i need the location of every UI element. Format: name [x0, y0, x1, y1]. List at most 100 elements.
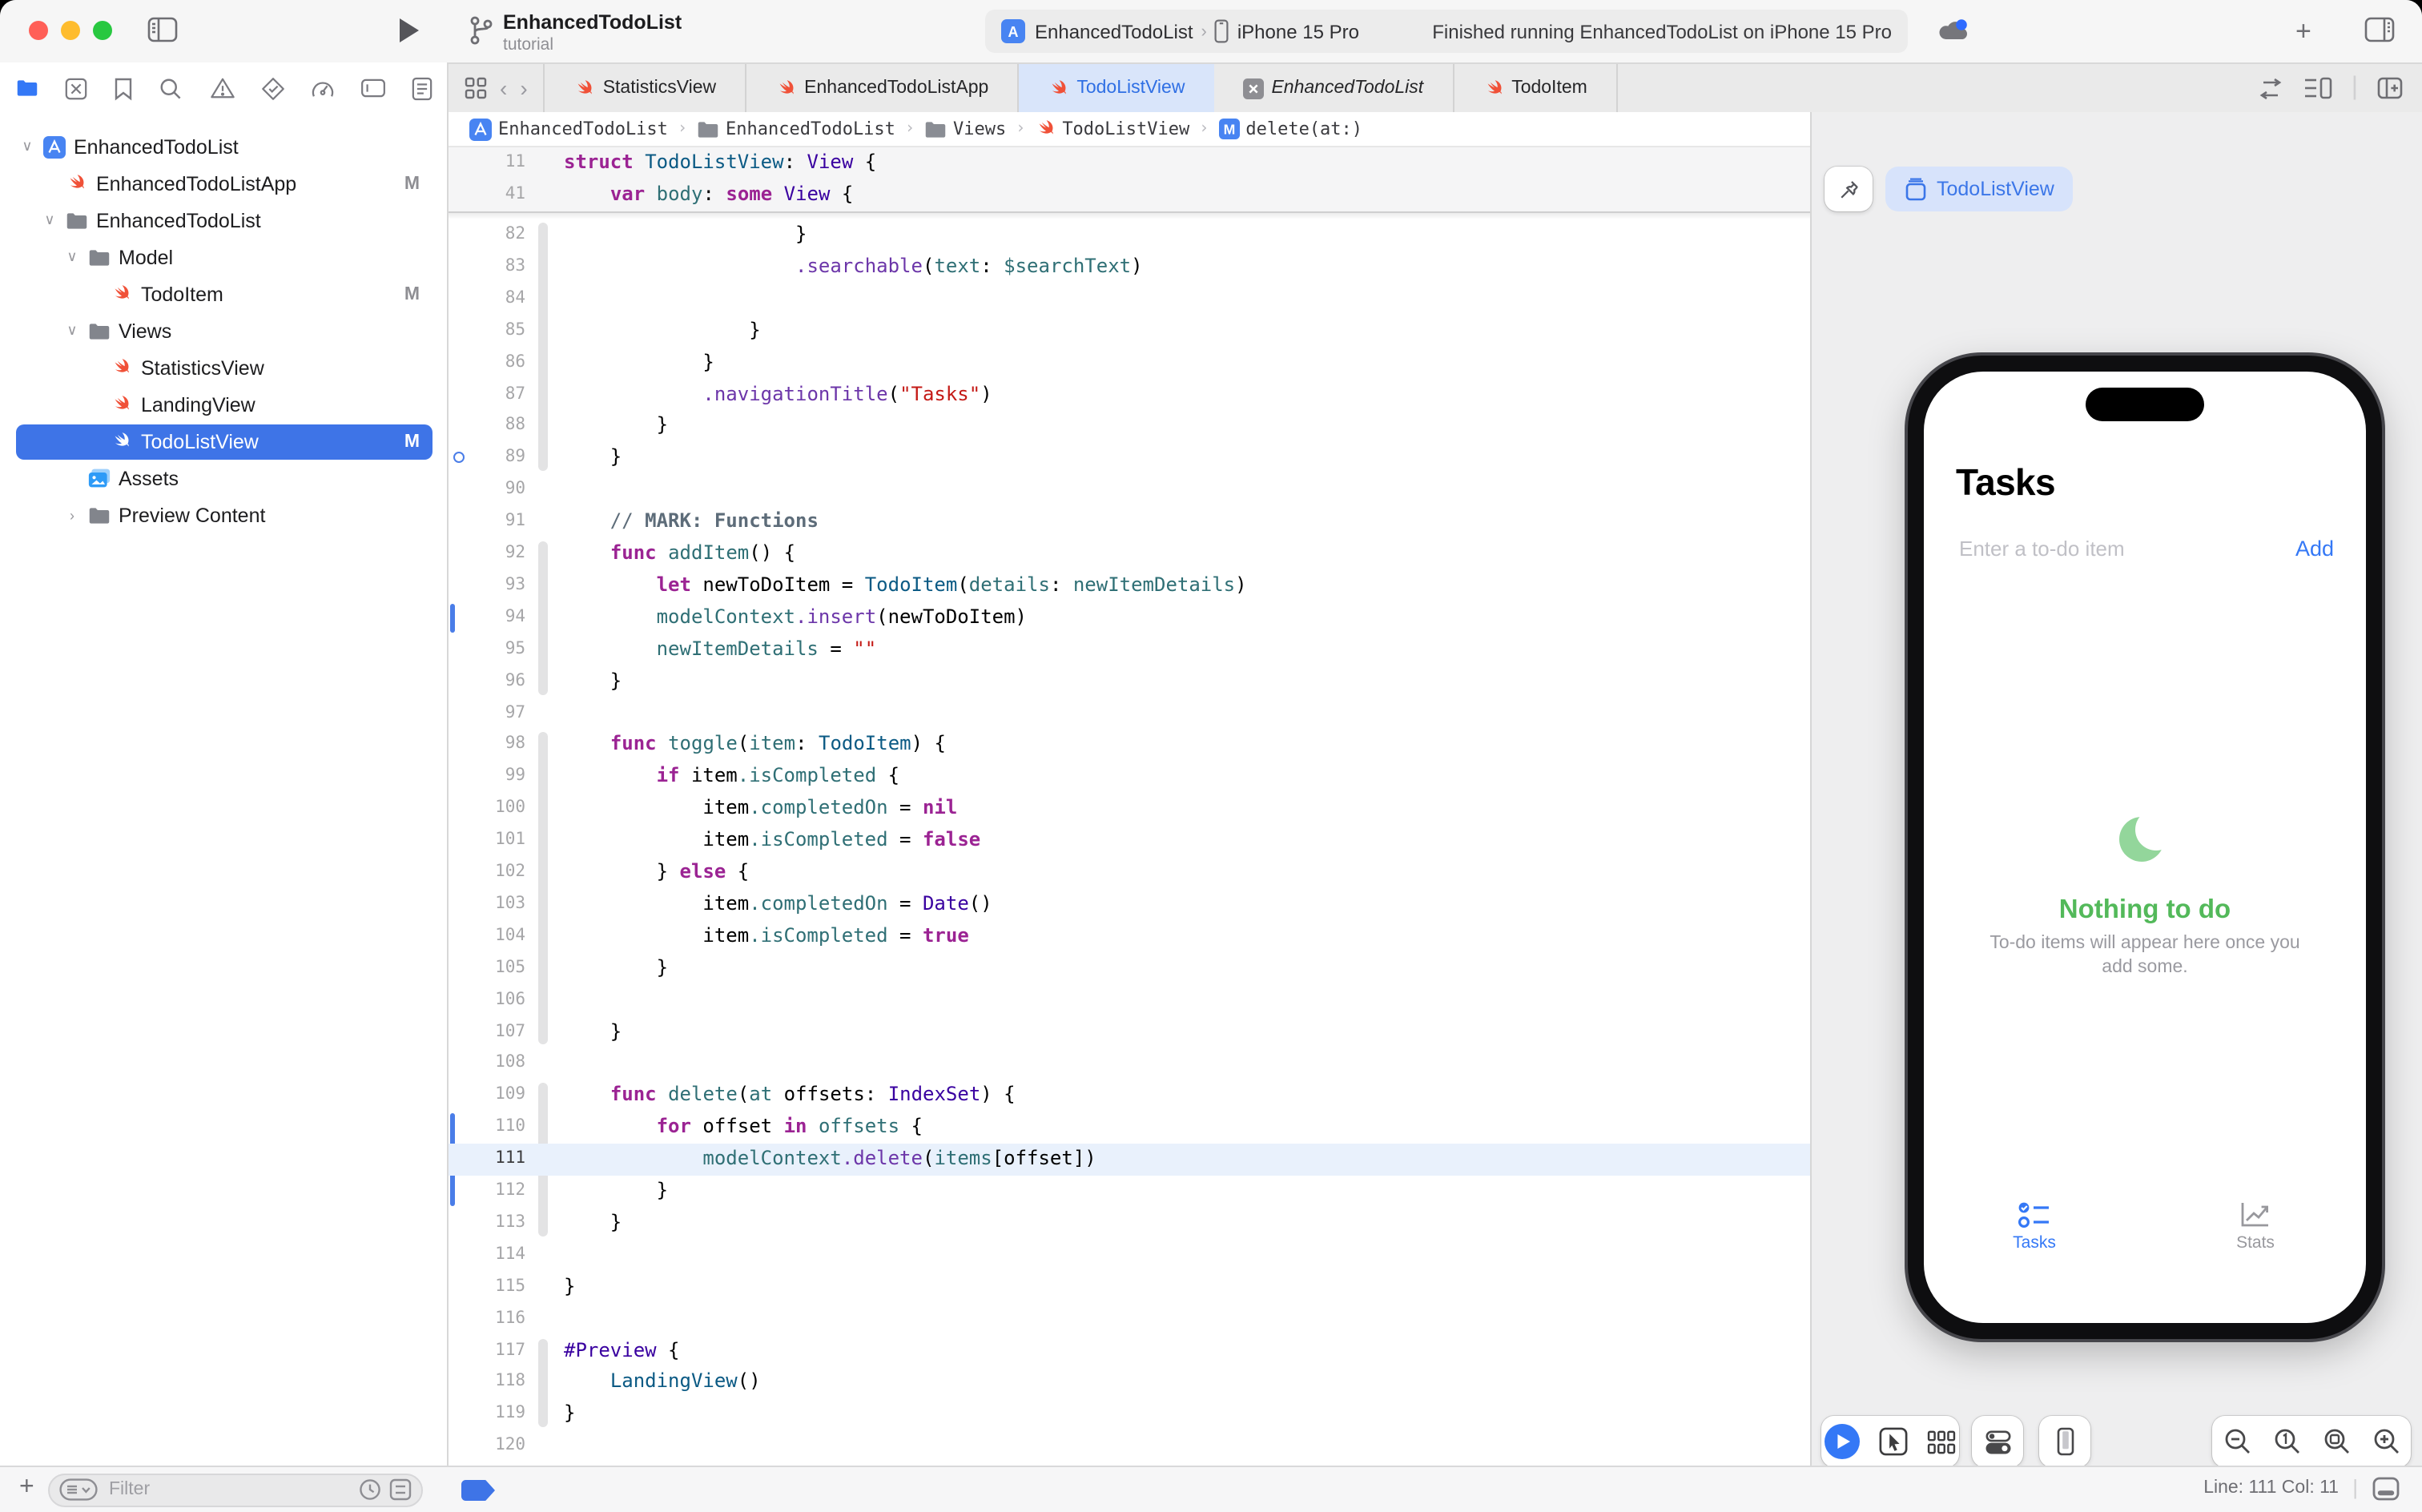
file-row-EnhancedTodoList[interactable]: ∨EnhancedTodoList: [0, 202, 449, 239]
go-back-chevron-icon[interactable]: ‹: [500, 75, 507, 101]
scheme-device-status-bar[interactable]: A EnhancedTodoList › iPhone 15 Pro Finis…: [985, 10, 1908, 53]
todo-entry-field[interactable]: [1956, 535, 2219, 562]
code-line-106[interactable]: 106: [449, 984, 1810, 1016]
code-line-101[interactable]: 101 item.isCompleted = false: [449, 825, 1810, 857]
file-row-Model[interactable]: ∨Model: [0, 239, 449, 275]
code-line-84[interactable]: 84: [449, 284, 1810, 316]
zoom-fit-button[interactable]: [2322, 1427, 2351, 1456]
navigator-bookmark-icon[interactable]: [115, 76, 134, 100]
navigator-warning-icon[interactable]: [209, 77, 235, 99]
code-line-119[interactable]: 119}: [449, 1399, 1810, 1431]
add-file-plus-icon[interactable]: +: [19, 1474, 34, 1502]
tab-TodoListView[interactable]: TodoListView: [1019, 64, 1213, 112]
breadcrumb-delete(at:)[interactable]: Mdelete(at:): [1218, 119, 1362, 139]
file-row-StatisticsView[interactable]: StatisticsView: [0, 349, 449, 386]
code-line-116[interactable]: 116: [449, 1303, 1810, 1335]
go-forward-chevron-icon[interactable]: ›: [520, 75, 527, 101]
close-window-button[interactable]: [29, 21, 48, 40]
navigator-report-icon[interactable]: [412, 76, 432, 100]
code-line-95[interactable]: 95 newItemDetails = "": [449, 633, 1810, 666]
code-line-87[interactable]: 87 .navigationTitle("Tasks"): [449, 379, 1810, 411]
file-row-LandingView[interactable]: LandingView: [0, 386, 449, 423]
filter-options-icon[interactable]: [59, 1478, 98, 1501]
chevron-down-icon[interactable]: ∨: [64, 322, 80, 340]
code-line-102[interactable]: 102 } else {: [449, 857, 1810, 889]
breadcrumb-EnhancedTodoList[interactable]: EnhancedTodoList: [697, 119, 895, 139]
preview-grid-button[interactable]: [1927, 1430, 1956, 1454]
code-line-113[interactable]: 113 }: [449, 1208, 1810, 1240]
tab-EnhancedTodoList[interactable]: EnhancedTodoList: [1213, 64, 1454, 112]
code-review-swap-icon[interactable]: [2257, 78, 2284, 99]
code-line-114[interactable]: 114: [449, 1240, 1810, 1272]
scheme-name[interactable]: EnhancedTodoList: [1035, 20, 1193, 42]
code-line-108[interactable]: 108: [449, 1048, 1810, 1080]
preview-target-pill[interactable]: TodoListView: [1885, 167, 2074, 211]
code-line-82[interactable]: 82 }: [449, 219, 1810, 251]
code-line-98[interactable]: 98 func toggle(item: TodoItem) {: [449, 730, 1810, 762]
toggle-left-sidebar-icon[interactable]: [147, 16, 178, 43]
recent-files-clock-icon[interactable]: [359, 1478, 381, 1501]
related-items-grid-icon[interactable]: [465, 77, 487, 99]
navigator-source-control-icon[interactable]: [64, 76, 88, 100]
code-line-97[interactable]: 97: [449, 698, 1810, 730]
code-line-88[interactable]: 88 }: [449, 411, 1810, 443]
file-row-Preview Content[interactable]: ›Preview Content: [0, 497, 449, 533]
zoom-actual-button[interactable]: [2272, 1427, 2301, 1456]
variants-button[interactable]: [1972, 1416, 2023, 1467]
file-row-TodoListView[interactable]: TodoListViewM: [0, 423, 449, 460]
file-row-Assets[interactable]: Assets: [0, 460, 449, 497]
code-line-92[interactable]: 92 func addItem() {: [449, 538, 1810, 570]
editor-options-icon[interactable]: [2303, 77, 2332, 99]
preview-play-button[interactable]: [1825, 1424, 1860, 1459]
file-row-Views[interactable]: ∨Views: [0, 312, 449, 349]
code-line-120[interactable]: 120: [449, 1430, 1810, 1462]
code-line-105[interactable]: 105 }: [449, 952, 1810, 984]
chevron-down-icon[interactable]: ∨: [19, 138, 35, 155]
run-destination[interactable]: iPhone 15 Pro: [1237, 20, 1359, 42]
navigator-filter-bar[interactable]: [48, 1473, 423, 1506]
file-row-EnhancedTodoListApp[interactable]: EnhancedTodoListAppM: [0, 165, 449, 202]
breadcrumb-Views[interactable]: Views: [924, 119, 1006, 139]
chevron-right-icon[interactable]: ›: [64, 507, 80, 523]
filter-input[interactable]: [106, 1478, 351, 1501]
source-control-filter-icon[interactable]: [389, 1478, 412, 1501]
add-split-editor-icon[interactable]: [2377, 77, 2403, 99]
code-line-117[interactable]: 117#Preview {: [449, 1335, 1810, 1367]
code-line-100[interactable]: 100 item.completedOn = nil: [449, 793, 1810, 825]
pin-preview-button[interactable]: [1825, 167, 1873, 211]
zoom-in-button[interactable]: [2372, 1427, 2400, 1456]
code-line-93[interactable]: 93 let newToDoItem = TodoItem(details: n…: [449, 570, 1810, 602]
navigator-test-icon[interactable]: [260, 76, 284, 100]
device-settings-button[interactable]: [2039, 1416, 2090, 1467]
toggle-right-sidebar-icon[interactable]: [2364, 16, 2395, 43]
code-line-112[interactable]: 112 }: [449, 1176, 1810, 1208]
run-button[interactable]: [397, 16, 421, 45]
navigator-gauge-icon[interactable]: [311, 78, 335, 99]
minimize-window-button[interactable]: [61, 21, 80, 40]
chevron-down-icon[interactable]: ∨: [42, 211, 58, 229]
chevron-down-icon[interactable]: ∨: [64, 248, 80, 266]
navigator-search-icon[interactable]: [159, 76, 183, 100]
code-line-111[interactable]: 111 modelContext.delete(items[offset]): [449, 1144, 1810, 1176]
code-line-115[interactable]: 115}: [449, 1271, 1810, 1303]
editor-layout-icon[interactable]: [2372, 1477, 2400, 1501]
jump-bar-breadcrumb[interactable]: EnhancedTodoList›EnhancedTodoList›Views›…: [449, 112, 1810, 147]
tab-StatisticsView[interactable]: StatisticsView: [545, 64, 746, 112]
app-tab-Stats[interactable]: Stats: [2145, 1200, 2366, 1253]
file-row-TodoItem[interactable]: TodoItemM: [0, 275, 449, 312]
code-line-103[interactable]: 103 item.completedOn = Date(): [449, 889, 1810, 921]
code-line-110[interactable]: 110 for offset in offsets {: [449, 1112, 1810, 1144]
code-line-86[interactable]: 86 }: [449, 347, 1810, 379]
source-editor[interactable]: EnhancedTodoList›EnhancedTodoList›Views›…: [449, 112, 1810, 1466]
add-editor-plus-icon[interactable]: +: [2295, 16, 2311, 48]
code-line-90[interactable]: 90: [449, 474, 1810, 506]
zoom-out-button[interactable]: [2223, 1427, 2251, 1456]
code-line-89[interactable]: 89 }: [449, 443, 1810, 475]
navigator-tag-icon[interactable]: [360, 78, 386, 98]
code-line-109[interactable]: 109 func delete(at offsets: IndexSet) {: [449, 1080, 1810, 1112]
code-line-83[interactable]: 83 .searchable(text: $searchText): [449, 251, 1810, 284]
code-line-96[interactable]: 96 }: [449, 666, 1810, 698]
code-line-11[interactable]: 11struct TodoListView: View {: [449, 147, 1810, 181]
file-row-EnhancedTodoList[interactable]: ∨EnhancedTodoList: [0, 128, 449, 165]
breadcrumb-EnhancedTodoList[interactable]: EnhancedTodoList: [469, 118, 668, 140]
